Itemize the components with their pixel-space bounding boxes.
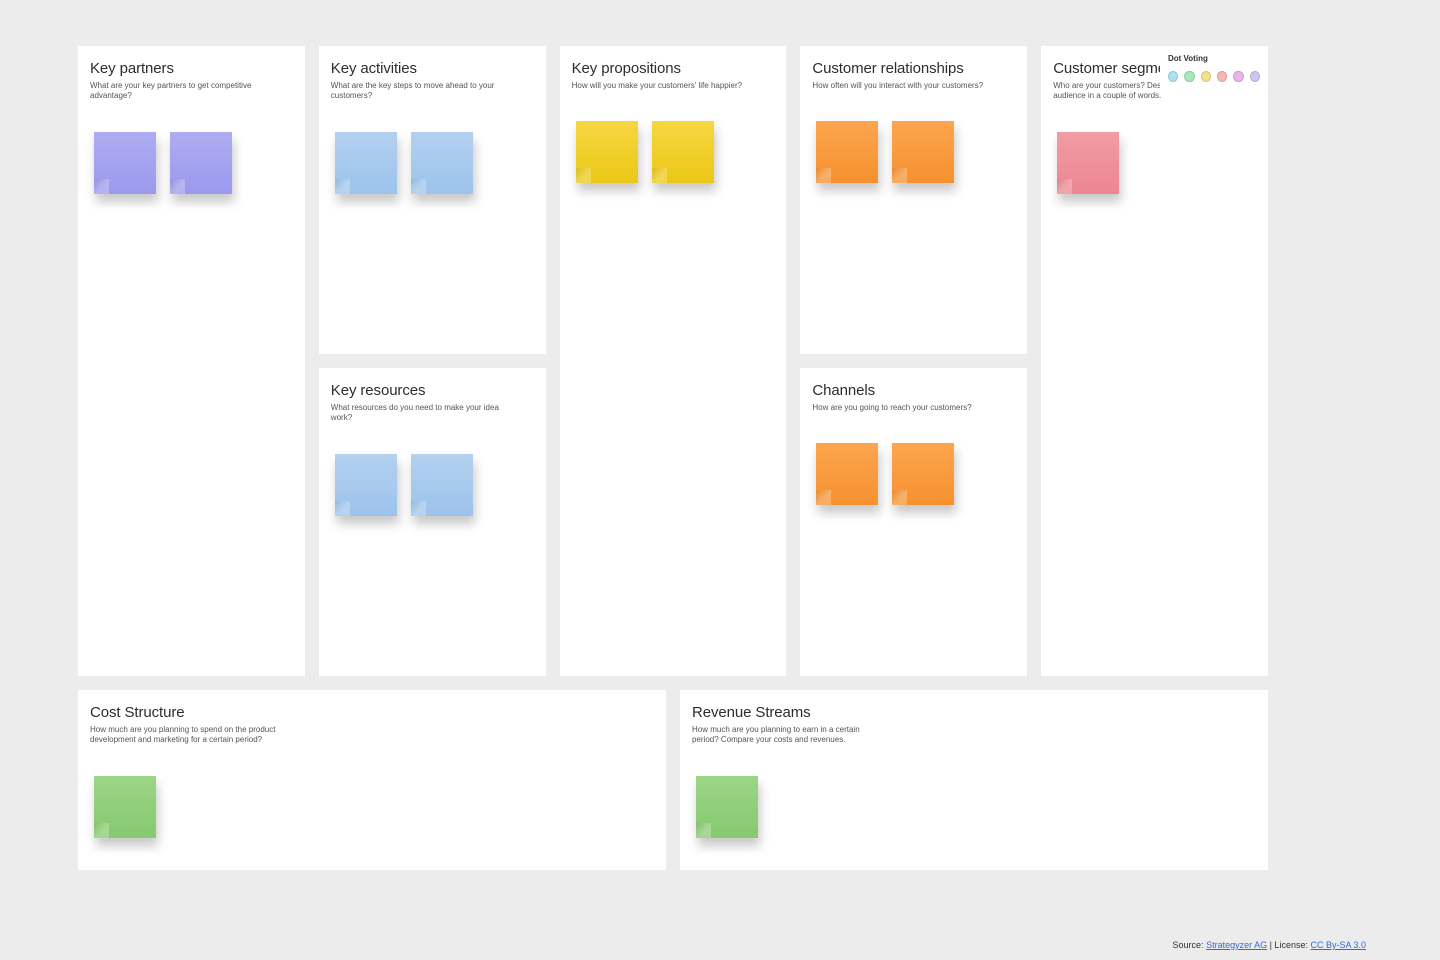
section-title: Channels	[812, 382, 1015, 399]
vote-dot-red[interactable]	[1217, 71, 1227, 82]
attribution-source-label: Source:	[1173, 940, 1207, 950]
sticky-note[interactable]	[1057, 132, 1119, 194]
section-title: Revenue Streams	[692, 704, 1256, 721]
attribution-source-link[interactable]: Strategyzer AG	[1206, 940, 1267, 950]
sticky-note[interactable]	[892, 121, 954, 183]
sticky-note[interactable]	[94, 776, 156, 838]
vote-dot-purple[interactable]	[1250, 71, 1260, 82]
section-revenue-streams[interactable]: Revenue Streams How much are you plannin…	[680, 690, 1268, 870]
vote-dot-cyan[interactable]	[1168, 71, 1178, 82]
section-customer-segments[interactable]: Customer segments Who are your customers…	[1041, 46, 1268, 676]
section-customer-relationships[interactable]: Customer relationships How often will yo…	[800, 46, 1027, 354]
attribution-separator: | License:	[1267, 940, 1310, 950]
section-title: Key partners	[90, 60, 293, 77]
sticky-note[interactable]	[576, 121, 638, 183]
sticky-note[interactable]	[94, 132, 156, 194]
section-sub: How much are you planning to spend on th…	[90, 725, 280, 746]
business-model-canvas: Dot Voting Key partners What are your ke…	[78, 46, 1268, 870]
section-sub: What are the key steps to move ahead to …	[331, 81, 521, 102]
section-title: Key propositions	[572, 60, 775, 77]
sticky-note[interactable]	[696, 776, 758, 838]
section-title: Customer relationships	[812, 60, 1015, 77]
section-channels[interactable]: Channels How are you going to reach your…	[800, 368, 1027, 676]
attribution-license-link[interactable]: CC By-SA 3.0	[1310, 940, 1366, 950]
section-title: Key activities	[331, 60, 534, 77]
vote-dot-green[interactable]	[1184, 71, 1194, 82]
sticky-note[interactable]	[335, 132, 397, 194]
sticky-note[interactable]	[411, 132, 473, 194]
section-title: Key resources	[331, 382, 534, 399]
sticky-note[interactable]	[411, 454, 473, 516]
section-cost-structure[interactable]: Cost Structure How much are you planning…	[78, 690, 666, 870]
section-key-propositions[interactable]: Key propositions How will you make your …	[560, 46, 787, 676]
section-key-partners[interactable]: Key partners What are your key partners …	[78, 46, 305, 676]
section-key-resources[interactable]: Key resources What resources do you need…	[319, 368, 546, 676]
sticky-note[interactable]	[335, 454, 397, 516]
attribution: Source: Strategyzer AG | License: CC By-…	[1173, 940, 1366, 950]
section-sub: What are your key partners to get compet…	[90, 81, 280, 102]
sticky-note[interactable]	[816, 443, 878, 505]
section-sub: How much are you planning to earn in a c…	[692, 725, 882, 746]
section-sub: What resources do you need to make your …	[331, 403, 521, 424]
sticky-note[interactable]	[170, 132, 232, 194]
dot-voting-dots	[1168, 71, 1260, 82]
sticky-note[interactable]	[892, 443, 954, 505]
sticky-note[interactable]	[652, 121, 714, 183]
vote-dot-pink[interactable]	[1233, 71, 1243, 82]
vote-dot-yellow[interactable]	[1201, 71, 1211, 82]
section-sub: How are you going to reach your customer…	[812, 403, 1002, 413]
sticky-note[interactable]	[816, 121, 878, 183]
dot-voting-panel: Dot Voting	[1160, 46, 1268, 92]
section-sub: How will you make your customers' life h…	[572, 81, 762, 91]
section-sub: How often will you interact with your cu…	[812, 81, 1002, 91]
dot-voting-label: Dot Voting	[1168, 54, 1260, 63]
section-key-activities[interactable]: Key activities What are the key steps to…	[319, 46, 546, 354]
section-title: Cost Structure	[90, 704, 654, 721]
